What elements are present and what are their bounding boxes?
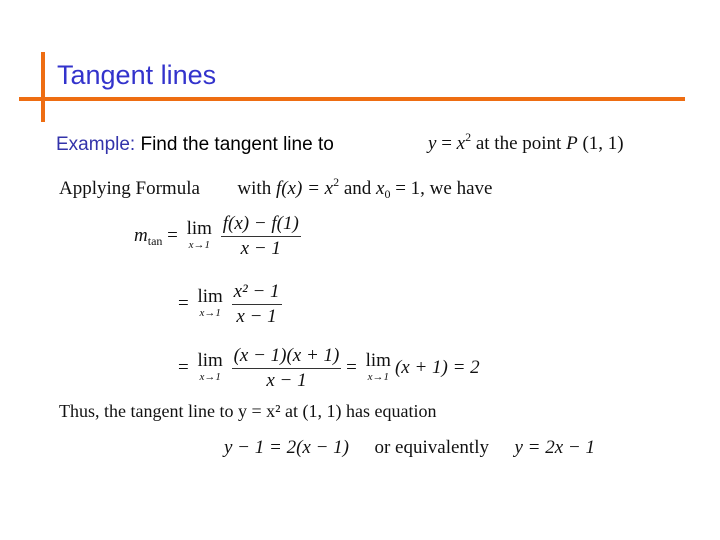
example-label: Example: (56, 134, 136, 155)
conclusion-text: Thus, the tangent line to y = x² at (1, … (59, 401, 437, 421)
fraction: (x − 1)(x + 1) x − 1 (231, 345, 342, 391)
step-2: = lim x→1 x² − 1x − 1 (178, 281, 282, 327)
result-or: or equivalently (374, 437, 489, 458)
limit: lim x→1 (186, 217, 212, 251)
problem-statement: y = x2 at the point P (1, 1) (428, 130, 624, 154)
limit: lim x→1 (365, 349, 391, 383)
result-equation-2: y = 2x − 1 (514, 437, 595, 458)
fraction: x² − 1x − 1 (231, 281, 282, 327)
slide-title: Tangent lines (57, 60, 217, 90)
step-1: mtan = lim x→1 f(x) − f(1) x − 1 (134, 213, 301, 259)
fraction: f(x) − f(1) x − 1 (220, 213, 301, 259)
limit: lim x→1 (197, 349, 223, 383)
example-line: Example: Find the tangent line to (56, 134, 334, 156)
accent-horizontal-line (19, 97, 685, 101)
step-3: = lim x→1 (x − 1)(x + 1) x − 1 = lim x→1 (x … (178, 345, 480, 391)
example-text: Find the tangent line to (135, 134, 334, 155)
accent-vertical-line (41, 52, 45, 122)
applying-formula-line: Applying Formula with f(x) = x2 and x0 =… (59, 175, 493, 201)
limit: lim x→1 (197, 285, 223, 319)
result-equation-1: y − 1 = 2(x − 1) (224, 437, 349, 458)
result-line: y − 1 = 2(x − 1) or equivalently y = 2x … (224, 437, 595, 459)
